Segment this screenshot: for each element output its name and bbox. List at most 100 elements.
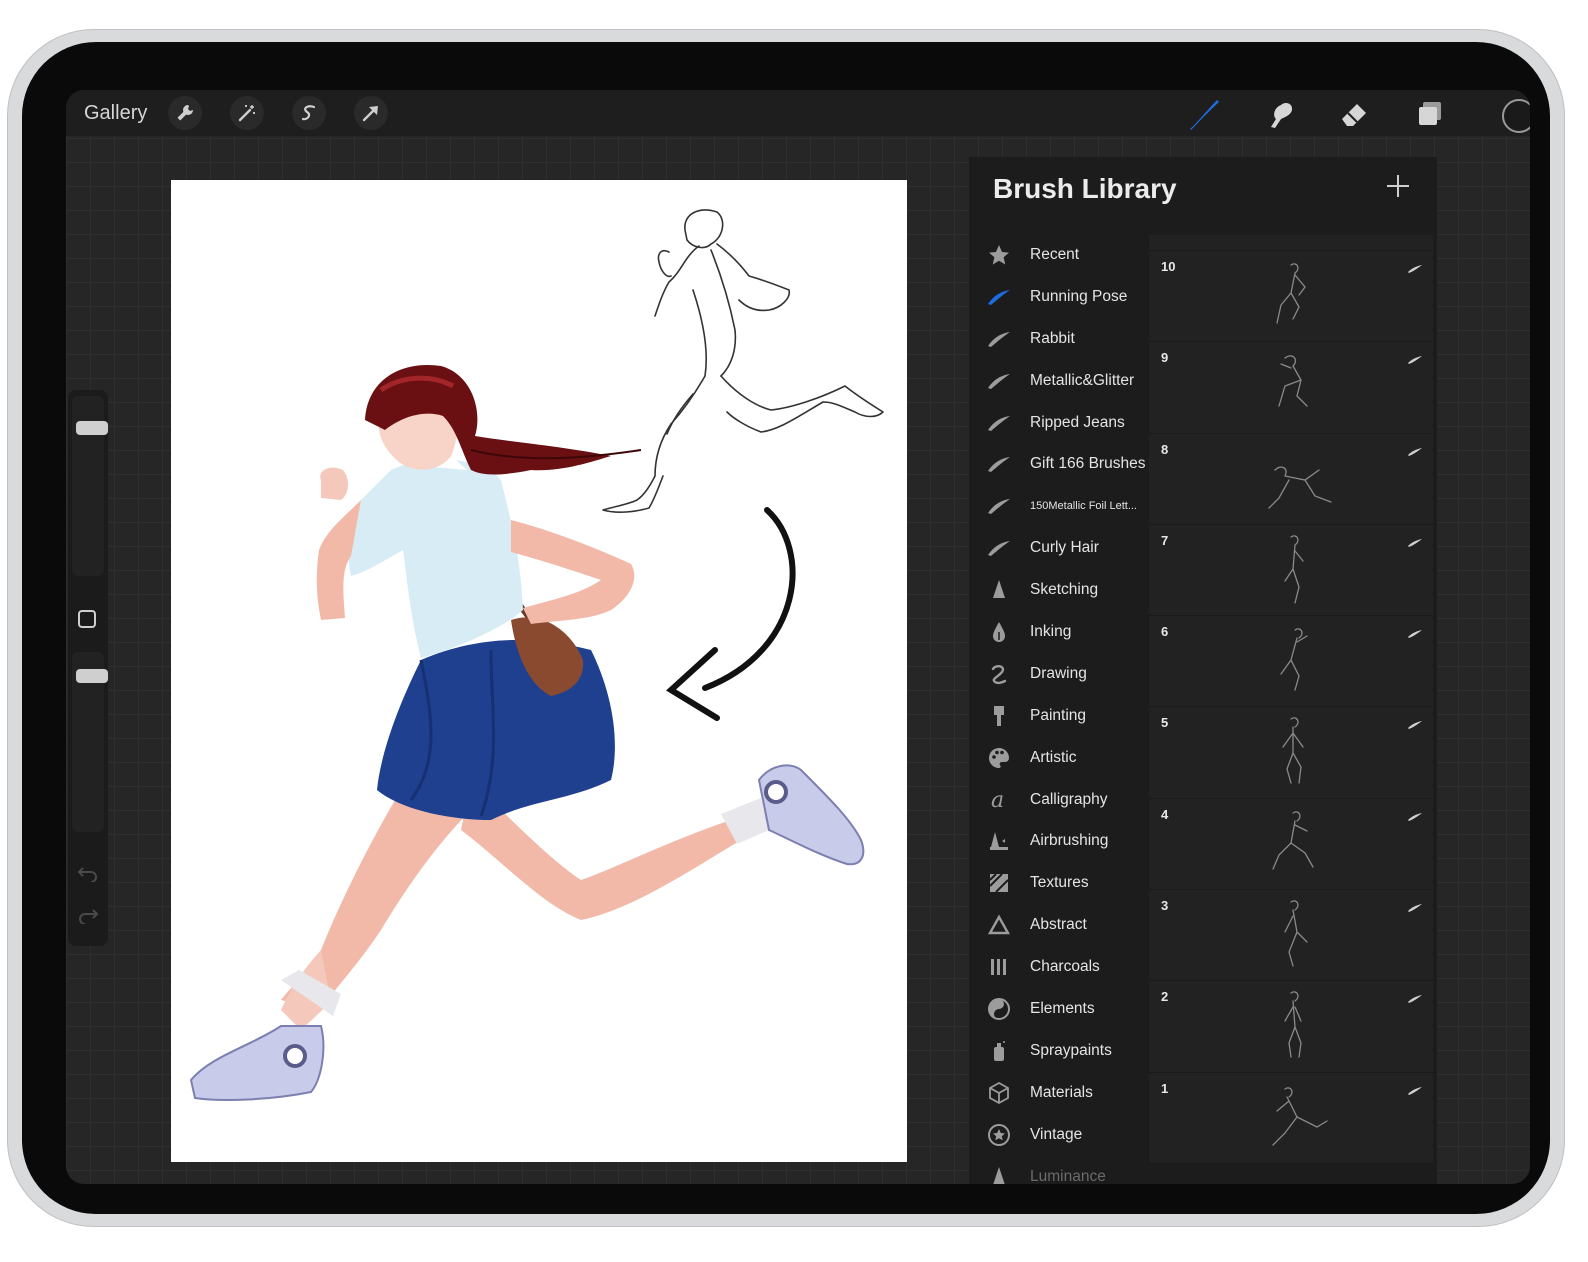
brush-set-item[interactable]: Charcoals (969, 947, 1145, 989)
magic-wand-icon[interactable] (230, 96, 264, 130)
brush-preview-pose (1245, 348, 1337, 428)
brush-preview-pose (1245, 440, 1337, 520)
undo-icon[interactable] (77, 864, 99, 882)
brush-stroke-icon (985, 409, 1013, 437)
brush-stroke-icon (985, 492, 1013, 520)
brush-set-item[interactable]: a Calligraphy (969, 780, 1145, 822)
brush-set-label: Artistic (1030, 748, 1077, 766)
left-sidebar (68, 390, 108, 946)
brush-set-item[interactable]: Abstract (969, 905, 1145, 947)
brush-stroke-icon (1407, 626, 1423, 644)
brush-set-label: Materials (1030, 1083, 1093, 1101)
pencil-tip-icon (985, 576, 1013, 604)
texture-icon (985, 869, 1013, 897)
plus-icon[interactable] (1385, 173, 1411, 199)
star-icon (985, 241, 1013, 269)
brush-set-item[interactable]: Ripped Jeans (969, 403, 1145, 445)
brush-preview-pose (1245, 1079, 1337, 1159)
brush-set-item[interactable]: Inking (969, 612, 1145, 654)
brush-number: 7 (1161, 532, 1169, 548)
running-girl-illustration (189, 364, 865, 1101)
brush-set-item[interactable]: Artistic (969, 738, 1145, 780)
palette-icon (985, 744, 1013, 772)
brush-stroke-icon (1407, 261, 1423, 279)
opacity-slider[interactable] (72, 652, 108, 832)
gallery-button[interactable]: Gallery (84, 102, 147, 125)
brush-icon[interactable] (1184, 94, 1224, 134)
opacity-knob[interactable] (76, 669, 108, 683)
procreate-screen: Gallery Brush Library Recent Running Pos… (66, 90, 1530, 1184)
brush-row[interactable]: 6 (1149, 616, 1433, 708)
square-icon[interactable] (78, 610, 96, 628)
eraser-icon[interactable] (1334, 94, 1374, 134)
brush-set-label: Abstract (1030, 916, 1087, 934)
pencil-tip-icon (985, 1163, 1013, 1184)
brush-set-label: Airbrushing (1030, 832, 1109, 850)
canvas-artwork (189, 209, 884, 1101)
brush-set-item[interactable]: Running Pose (969, 277, 1145, 319)
brush-set-item[interactable]: Recent (969, 235, 1145, 277)
brush-row[interactable]: 7 (1149, 524, 1433, 617)
brush-stroke-icon (1407, 444, 1423, 462)
brush-set-item[interactable]: Elements (969, 989, 1145, 1031)
redo-icon[interactable] (77, 906, 99, 924)
brush-set-label: Spraypaints (1030, 1041, 1112, 1059)
brush-number: 3 (1161, 898, 1169, 914)
brush-set-item[interactable]: Luminance (969, 1157, 1145, 1184)
brush-set-item[interactable]: Spraypaints (969, 1031, 1145, 1073)
brush-set-item[interactable]: Gift 166 Brushes (969, 444, 1145, 486)
brush-set-label: Drawing (1030, 664, 1087, 682)
brush-row[interactable]: 5 (1149, 707, 1433, 799)
brush-stroke-icon (985, 283, 1013, 311)
brush-size-slider[interactable] (72, 396, 108, 576)
brush-set-label: Painting (1030, 706, 1087, 724)
brush-set-item[interactable]: Sketching (969, 570, 1145, 612)
brush-row[interactable]: 2 (1149, 981, 1433, 1073)
brush-preview-pose (1245, 896, 1337, 976)
brush-preview-pose (1245, 531, 1337, 611)
brush-number: 10 (1161, 259, 1176, 274)
brush-set-item[interactable]: Painting (969, 696, 1145, 738)
brush-preview-pose (1245, 257, 1337, 337)
brush-preview-pose (1245, 987, 1337, 1067)
reference-sketch-pose (602, 209, 884, 513)
brush-row[interactable]: 10 (1149, 251, 1433, 343)
current-color-swatch[interactable] (1502, 99, 1530, 133)
transform-arrow-icon[interactable] (354, 96, 388, 130)
brush-row-partial (1149, 235, 1433, 251)
brush-stroke-icon (985, 450, 1013, 478)
brush-set-label: Sketching (1030, 581, 1099, 599)
brush-set-item[interactable]: Textures (969, 863, 1145, 905)
brush-row[interactable]: 8 (1149, 433, 1433, 525)
brush-set-item[interactable]: Metallic&Glitter (969, 361, 1145, 403)
star-badge-icon (985, 1121, 1013, 1149)
brush-set-label: Gift 166 Brushes (1030, 455, 1146, 473)
color-picker-button[interactable] (1482, 94, 1530, 134)
brush-row[interactable]: 9 (1149, 342, 1433, 434)
layers-icon[interactable] (1410, 94, 1450, 134)
brush-set-label: Metallic&Glitter (1030, 371, 1135, 389)
brush-row[interactable]: 3 (1149, 890, 1433, 982)
paint-brush-icon (985, 702, 1013, 730)
brush-set-item[interactable]: Vintage (969, 1115, 1145, 1157)
brush-size-knob[interactable] (76, 421, 108, 435)
brush-set-item[interactable]: Drawing (969, 654, 1145, 696)
drawing-canvas[interactable] (171, 180, 907, 1162)
brush-set-item[interactable]: 150Metallic Foil Lett... (969, 486, 1145, 528)
brush-stroke-icon (1407, 900, 1423, 918)
brush-set-label: Calligraphy (1030, 790, 1108, 808)
brush-set-label: Inking (1030, 623, 1072, 641)
brush-number: 2 (1161, 989, 1169, 1005)
brush-set-item[interactable]: Rabbit (969, 319, 1145, 361)
brush-set-label: Elements (1030, 1000, 1095, 1018)
selection-s-icon[interactable] (292, 96, 326, 130)
brush-stroke-icon (1407, 535, 1423, 553)
brush-stroke-icon (985, 367, 1013, 395)
brush-set-item[interactable]: Materials (969, 1073, 1145, 1115)
brush-set-item[interactable]: Curly Hair (969, 528, 1145, 570)
wrench-icon[interactable] (168, 96, 202, 130)
brush-row[interactable]: 4 (1149, 798, 1433, 891)
smudge-icon[interactable] (1260, 94, 1300, 134)
brush-set-item[interactable]: Airbrushing (969, 821, 1145, 863)
brush-row[interactable]: 1 (1149, 1072, 1433, 1164)
